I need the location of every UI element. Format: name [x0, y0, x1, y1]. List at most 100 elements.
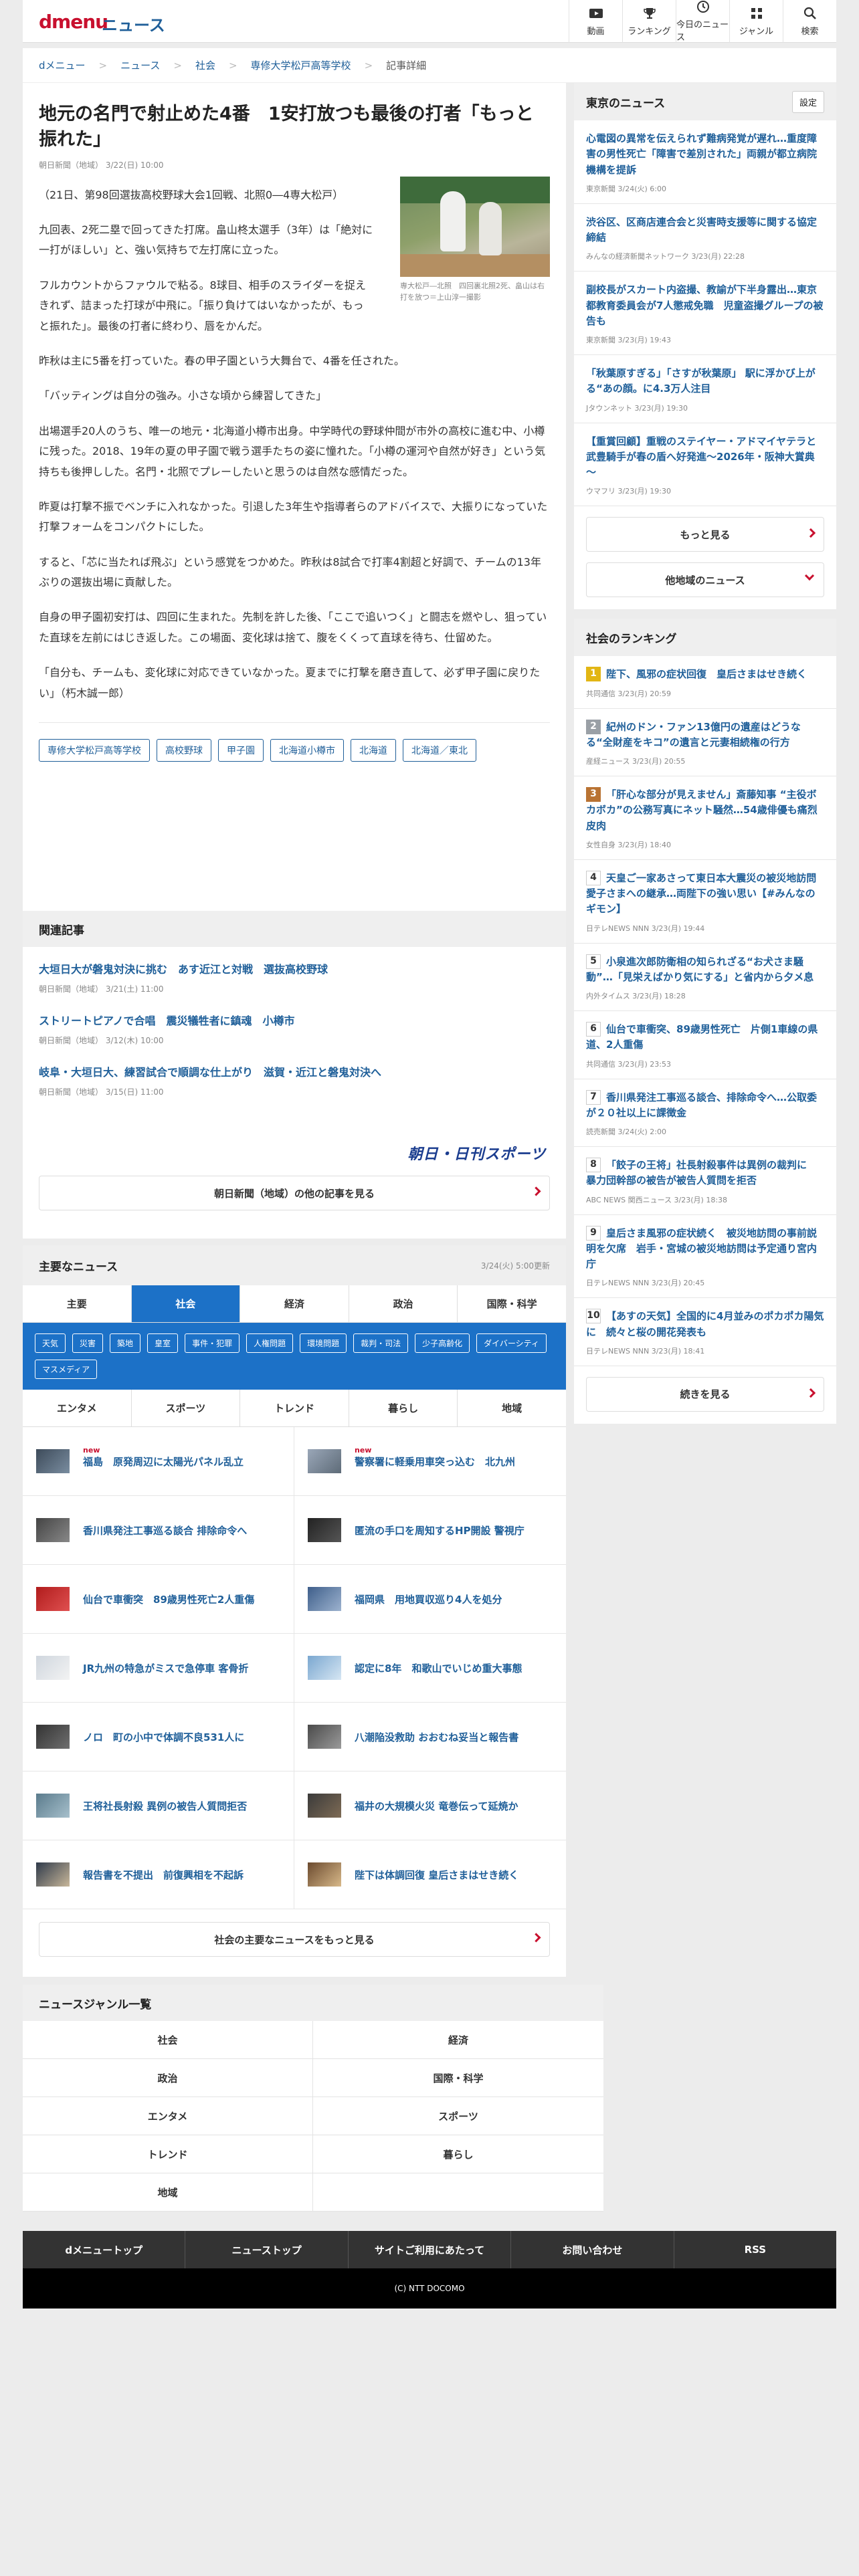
nav-genre[interactable]: ジャンル	[729, 0, 783, 43]
site-name[interactable]: ニュース	[102, 12, 165, 35]
ranking-item-text[interactable]: 「肝心な部分が見えません」斎藤知事 “主役ボカボカ”の公務写真にネット騒然…54…	[586, 788, 818, 832]
ranking-item-text[interactable]: 小泉進次郎防衛相の知られざる“お犬さま騒動”…「見栄えばかり気にする」と省内から…	[586, 956, 814, 983]
genre-item[interactable]: 暮らし	[313, 2135, 603, 2173]
tag[interactable]: 北海道	[351, 739, 396, 762]
ranking-item-title[interactable]: 6 仙台で車衝突、89歳男性死亡 片側1車線の県道、2人重傷	[586, 1022, 824, 1053]
ranking-item-text[interactable]: 紀州のドン・ファン13億円の遺産はどうなる“全財産をキコ”の遺言と元妻相続権の行…	[586, 721, 801, 748]
related-item-title[interactable]: 岐阜・大垣日大、練習試合で順調な仕上がり 滋賀・近江と磐鬼対決へ	[39, 1063, 550, 1079]
tokyo-news-item[interactable]: 副校長がスカート内盗撮、教諭が下半身露出…東京都教育委員会が7人懲戒免職 児童盗…	[574, 272, 836, 355]
related-item[interactable]: 岐阜・大垣日大、練習試合で順調な仕上がり 滋賀・近江と磐鬼対決へ 朝日新聞（地域…	[23, 1046, 566, 1097]
breadcrumb-society[interactable]: 社会	[195, 58, 215, 72]
news-thumbnail[interactable]	[308, 1656, 341, 1680]
related-item[interactable]: ストリートピアノで合唱 震災犠牲者に鎮魂 小樽市 朝日新聞（地域） 3/12(木…	[23, 994, 566, 1046]
chip[interactable]: 天気	[35, 1333, 66, 1353]
tab-world-science[interactable]: 国際・科学	[457, 1285, 566, 1322]
news-grid-item-title[interactable]: 報告書を不提出 前復興相を不起訴	[83, 1868, 244, 1882]
more-ranking-button[interactable]: 続きを見る	[586, 1376, 824, 1412]
news-grid-item[interactable]: 陛下は体調回復 皇后さまはせき続く	[294, 1840, 566, 1909]
related-item[interactable]: 大垣日大が磐鬼対決に挑む あす近江と対戦 選抜高校野球 朝日新聞（地域） 3/2…	[23, 947, 566, 994]
ranking-item-title[interactable]: 7 香川県発注工事巡る談合、排除命令へ…公取委が２０社以上に課徴金	[586, 1089, 824, 1121]
chip[interactable]: 裁判・司法	[353, 1333, 409, 1353]
news-thumbnail[interactable]	[308, 1587, 341, 1611]
tab-trend[interactable]: トレンド	[240, 1390, 349, 1426]
ranking-item[interactable]: 3 「肝心な部分が見えません」斎藤知事 “主役ボカボカ”の公務写真にネット騒然…5…	[574, 776, 836, 860]
news-grid-item-title[interactable]: 王将社長射殺 異例の被告人質問拒否	[83, 1799, 247, 1813]
breadcrumb-dmenu[interactable]: dメニュー	[39, 58, 86, 72]
news-grid-item[interactable]: 香川県発注工事巡る談合 排除命令へ	[23, 1496, 294, 1565]
news-thumbnail[interactable]	[36, 1587, 70, 1611]
nav-search[interactable]: 検索	[783, 0, 836, 43]
footer-terms[interactable]: サイトご利用にあたって	[347, 2231, 510, 2268]
ranking-item-text[interactable]: 天皇ご一家あさって東日本大震災の被災地訪問 愛子さまへの継承…両陛下の強い思い【…	[586, 872, 826, 916]
ranking-item[interactable]: 1 陛下、風邪の症状回復 皇后さまはせき続く 共同通信 3/23(月) 20:59	[574, 656, 836, 709]
news-grid-item[interactable]: 王将社長射殺 異例の被告人質問拒否	[23, 1772, 294, 1840]
chip[interactable]: 人権問題	[246, 1333, 294, 1353]
ranking-item-text[interactable]: 皇后さま風邪の症状続く 被災地訪問の事前説明を欠席 岩手・宮城の被災地訪問は予定…	[586, 1227, 817, 1271]
news-grid-item-title[interactable]: 警察署に軽乗用車突っ込む 北九州	[355, 1455, 515, 1469]
tab-entertainment[interactable]: エンタメ	[23, 1390, 131, 1426]
ranking-item-title[interactable]: 8 「餃子の王将」社長射殺事件は異例の裁判に 暴力団幹部の被告が被告人質問を拒否	[586, 1158, 824, 1189]
tokyo-news-item[interactable]: 渋谷区、区商店連合会と災害時支援等に関する協定締結 みんなの経済新聞ネットワーク …	[574, 204, 836, 272]
tab-major[interactable]: 主要	[23, 1285, 131, 1322]
news-grid-item-title[interactable]: 八潮陥没救助 おおむね妥当と報告書	[355, 1730, 518, 1744]
news-thumbnail[interactable]	[308, 1725, 341, 1749]
ranking-item-text[interactable]: 「餃子の王将」社長射殺事件は異例の裁判に 暴力団幹部の被告が被告人質問を拒否	[586, 1159, 817, 1186]
more-tokyo-button[interactable]: もっと見る	[586, 517, 824, 552]
footer-contact[interactable]: お問い合わせ	[510, 2231, 673, 2268]
news-grid-item[interactable]: 匿流の手口を周知するHP開設 警視庁	[294, 1496, 566, 1565]
tag[interactable]: 甲子園	[218, 739, 264, 762]
news-grid-item-title[interactable]: 仙台で車衝突 89歳男性死亡2人重傷	[83, 1592, 254, 1606]
tag[interactable]: 高校野球	[157, 739, 211, 762]
ranking-item[interactable]: 4 天皇ご一家あさって東日本大震災の被災地訪問 愛子さまへの継承…両陛下の強い思い…	[574, 860, 836, 944]
news-thumbnail[interactable]	[36, 1725, 70, 1749]
news-grid-item-title[interactable]: 福島 原発周辺に太陽光パネル乱立	[83, 1455, 244, 1469]
news-thumbnail[interactable]	[308, 1862, 341, 1887]
news-grid-item[interactable]: 福岡県 用地買収巡り4人を処分	[294, 1565, 566, 1634]
tokyo-news-item-title[interactable]: 「秋葉原すぎる」「さすが秋葉原」 駅に浮かび上がる“あの顔。に4.3万人注目	[586, 366, 824, 397]
news-thumbnail[interactable]	[36, 1656, 70, 1680]
chip[interactable]: 皇室	[147, 1333, 179, 1353]
news-grid-item[interactable]: JR九州の特急がミスで急停車 客骨折	[23, 1634, 294, 1703]
ranking-item-text[interactable]: 仙台で車衝突、89歳男性死亡 片側1車線の県道、2人重傷	[586, 1023, 818, 1051]
other-region-button[interactable]: 他地域のニュース	[586, 562, 824, 598]
genre-item[interactable]: トレンド	[23, 2135, 313, 2173]
tab-life[interactable]: 暮らし	[348, 1390, 458, 1426]
ranking-item[interactable]: 8 「餃子の王将」社長射殺事件は異例の裁判に 暴力団幹部の被告が被告人質問を拒否 A…	[574, 1147, 836, 1215]
footer-rss[interactable]: RSS	[673, 2231, 836, 2268]
dmenu-logo[interactable]: dmenu	[39, 11, 108, 33]
tokyo-news-item-title[interactable]: 心電図の異常を伝えられず難病発覚が遅れ…重度障害の男性死亡「障害で差別された」両…	[586, 131, 824, 178]
news-thumbnail[interactable]	[36, 1518, 70, 1542]
footer-news-top[interactable]: ニューストップ	[185, 2231, 347, 2268]
news-grid-item[interactable]: ノロ 町の小中で体調不良531人に	[23, 1703, 294, 1772]
tokyo-news-item[interactable]: 心電図の異常を伝えられず難病発覚が遅れ…重度障害の男性死亡「障害で差別された」両…	[574, 120, 836, 204]
tag[interactable]: 北海道小樽市	[270, 739, 344, 762]
news-grid-item-title[interactable]: ノロ 町の小中で体調不良531人に	[83, 1730, 244, 1744]
ranking-item[interactable]: 2 紀州のドン・ファン13億円の遺産はどうなる“全財産をキコ”の遺言と元妻相続権の…	[574, 709, 836, 776]
news-thumbnail[interactable]	[36, 1862, 70, 1887]
related-item-title[interactable]: ストリートピアノで合唱 震災犠牲者に鎮魂 小樽市	[39, 1012, 550, 1028]
tab-region[interactable]: 地域	[457, 1390, 566, 1426]
tag[interactable]: 専修大学松戸高等学校	[39, 739, 150, 762]
chip[interactable]: ダイバーシティ	[476, 1333, 547, 1353]
news-thumbnail[interactable]	[308, 1794, 341, 1818]
news-grid-item[interactable]: 報告書を不提出 前復興相を不起訴	[23, 1840, 294, 1909]
news-grid-item[interactable]: new 警察署に軽乗用車突っ込む 北九州	[294, 1427, 566, 1496]
footer-dmenu-top[interactable]: dメニュートップ	[23, 2231, 185, 2268]
ranking-item[interactable]: 10 【あすの天気】全国的に4月並みのポカポカ陽気に 続々と桜の開花発表も 日テレN…	[574, 1298, 836, 1366]
tokyo-news-item-title[interactable]: 副校長がスカート内盗撮、教諭が下半身露出…東京都教育委員会が7人懲戒免職 児童盗…	[586, 282, 824, 329]
settings-button[interactable]: 設定	[791, 90, 824, 113]
more-society-news-button[interactable]: 社会の主要なニュースをもっと見る	[39, 1922, 550, 1957]
ranking-item-title[interactable]: 9 皇后さま風邪の症状続く 被災地訪問の事前説明を欠席 岩手・宮城の被災地訪問は予…	[586, 1225, 824, 1273]
news-grid-item-title[interactable]: 福岡県 用地買収巡り4人を処分	[355, 1592, 502, 1606]
tokyo-news-item[interactable]: 「秋葉原すぎる」「さすが秋葉原」 駅に浮かび上がる“あの顔。に4.3万人注目 Jタ…	[574, 355, 836, 423]
genre-item[interactable]: 経済	[313, 2021, 603, 2059]
tokyo-news-item[interactable]: 【重賞回顧】重戦のステイヤー・アドマイヤテラと武豊騎手が春の盾へ好発進～2026…	[574, 423, 836, 507]
news-grid-item[interactable]: new 福島 原発周辺に太陽光パネル乱立	[23, 1427, 294, 1496]
news-grid-item-title[interactable]: 陛下は体調回復 皇后さまはせき続く	[355, 1868, 518, 1882]
nav-today[interactable]: 今日のニュース	[676, 0, 729, 43]
news-grid-item-title[interactable]: 匿流の手口を周知するHP開設 警視庁	[355, 1523, 524, 1537]
chip[interactable]: マスメディア	[35, 1360, 98, 1379]
tag[interactable]: 北海道／東北	[403, 739, 476, 762]
ranking-item-text[interactable]: 香川県発注工事巡る談合、排除命令へ…公取委が２０社以上に課徴金	[586, 1091, 817, 1119]
breadcrumb-news[interactable]: ニュース	[120, 58, 160, 72]
